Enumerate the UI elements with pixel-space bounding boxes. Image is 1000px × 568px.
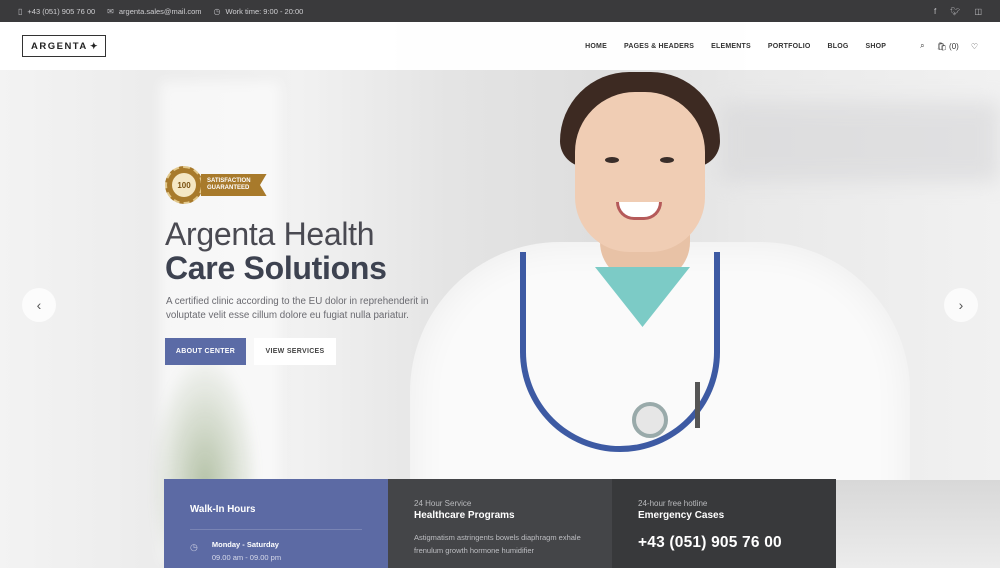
badge-ribbon: SATISFACTION GUARANTEED	[201, 174, 267, 196]
badge-text-line1: SATISFACTION	[207, 178, 251, 184]
walkin-divider	[190, 529, 362, 530]
maple-leaf-icon: ✦	[89, 40, 99, 51]
social-links: f 🐦︎ ◫	[934, 7, 982, 16]
topbar-phone-text: +43 (051) 905 76 00	[27, 6, 96, 16]
badge-text-line2: GUARANTEED	[207, 185, 250, 191]
stethoscope-head	[632, 402, 668, 438]
cart-icon: 🛍︎	[936, 41, 947, 51]
logo-text: ARGENTA	[31, 40, 88, 52]
nav-home[interactable]: HOME	[585, 43, 607, 50]
search-icon[interactable]: ⌕	[920, 41, 924, 51]
nav-blog[interactable]: BLOG	[828, 43, 849, 50]
main-nav: HOME PAGES & HEADERS ELEMENTS PORTFOLIO …	[568, 43, 886, 50]
service-label: 24 Hour Service	[414, 499, 472, 508]
top-bar: ▯ +43 (051) 905 76 00 ✉ argenta.sales@ma…	[0, 0, 1000, 22]
topbar-email[interactable]: ✉ argenta.sales@mail.com	[107, 7, 201, 16]
hero-description: A certified clinic according to the EU d…	[166, 296, 429, 321]
right-eye	[660, 157, 674, 163]
slider-next-button[interactable]: ›	[944, 288, 978, 322]
walkin-title: Walk-In Hours	[190, 504, 256, 515]
hero-title-line1: Argenta Health	[165, 216, 375, 252]
phone-icon: ▯	[18, 6, 23, 16]
topbar-hours-text: Work time: 9:00 - 20:00	[225, 6, 304, 16]
facebook-icon[interactable]: f	[934, 7, 936, 16]
walkin-schedule: ◷ Monday - Saturday 09.00 am - 09.00 pm	[190, 540, 362, 562]
nav-elements[interactable]: ELEMENTS	[711, 43, 751, 50]
face	[575, 92, 705, 252]
hotline-box: 24-hour free hotline Emergency Cases +43…	[612, 479, 836, 568]
topbar-email-text[interactable]: argenta.sales@mail.com	[119, 7, 202, 16]
seal-number: 100	[172, 173, 196, 197]
walkin-hours-box: Walk-In Hours ◷ Monday - Saturday 09.00 …	[164, 479, 388, 568]
hotline-title: Emergency Cases	[638, 510, 725, 521]
clock-icon: ◷	[190, 542, 198, 552]
pen	[695, 382, 700, 428]
walkin-days: Monday - Saturday	[211, 540, 279, 549]
site-logo[interactable]: ARGENTA ✦	[22, 35, 106, 57]
view-services-button[interactable]: VIEW SERVICES	[254, 338, 336, 365]
mail-icon: ✉	[107, 6, 114, 16]
walkin-time: 09.00 am - 09.00 pm	[211, 553, 282, 562]
hotline-label: 24-hour free hotline	[638, 499, 708, 508]
instagram-icon[interactable]: ◫	[974, 7, 982, 16]
cart-button[interactable]: 🛍︎ (0)	[937, 42, 959, 51]
left-eye	[605, 157, 619, 163]
main-header: ARGENTA ✦ HOME PAGES & HEADERS ELEMENTS …	[0, 22, 1000, 70]
slider-prev-button[interactable]: ‹	[22, 288, 56, 322]
heart-icon[interactable]: ♡	[971, 42, 978, 51]
hero-title-line2: Care Solutions	[165, 250, 387, 286]
desk-background	[836, 480, 1000, 568]
seal-icon: 100	[165, 166, 203, 204]
nav-shop[interactable]: SHOP	[866, 43, 887, 50]
clock-icon: ◷	[213, 6, 221, 16]
service-text: Astigmatism astringents bowels diaphragm…	[414, 533, 581, 555]
nav-pages-headers[interactable]: PAGES & HEADERS	[624, 43, 694, 50]
nav-portfolio[interactable]: PORTFOLIO	[768, 43, 811, 50]
about-center-button[interactable]: ABOUT CENTER	[165, 338, 246, 365]
satisfaction-badge: 100 SATISFACTION GUARANTEED	[165, 166, 267, 204]
topbar-hours: ◷ Work time: 9:00 - 20:00	[214, 7, 304, 16]
cart-count: (0)	[949, 41, 959, 51]
service-box: 24 Hour Service Healthcare Programs Asti…	[388, 479, 612, 568]
twitter-icon[interactable]: 🐦︎	[950, 7, 960, 16]
topbar-phone: ▯ +43 (051) 905 76 00	[18, 7, 95, 16]
info-boxes: Walk-In Hours ◷ Monday - Saturday 09.00 …	[164, 479, 836, 568]
service-title: Healthcare Programs	[414, 510, 515, 521]
header-tools: ⌕ 🛍︎ (0) ♡	[920, 41, 978, 51]
chevron-left-icon: ‹	[36, 297, 42, 313]
chevron-right-icon: ›	[958, 297, 964, 313]
stethoscope	[520, 252, 720, 452]
hotline-phone[interactable]: +43 (051) 905 76 00	[638, 534, 810, 552]
